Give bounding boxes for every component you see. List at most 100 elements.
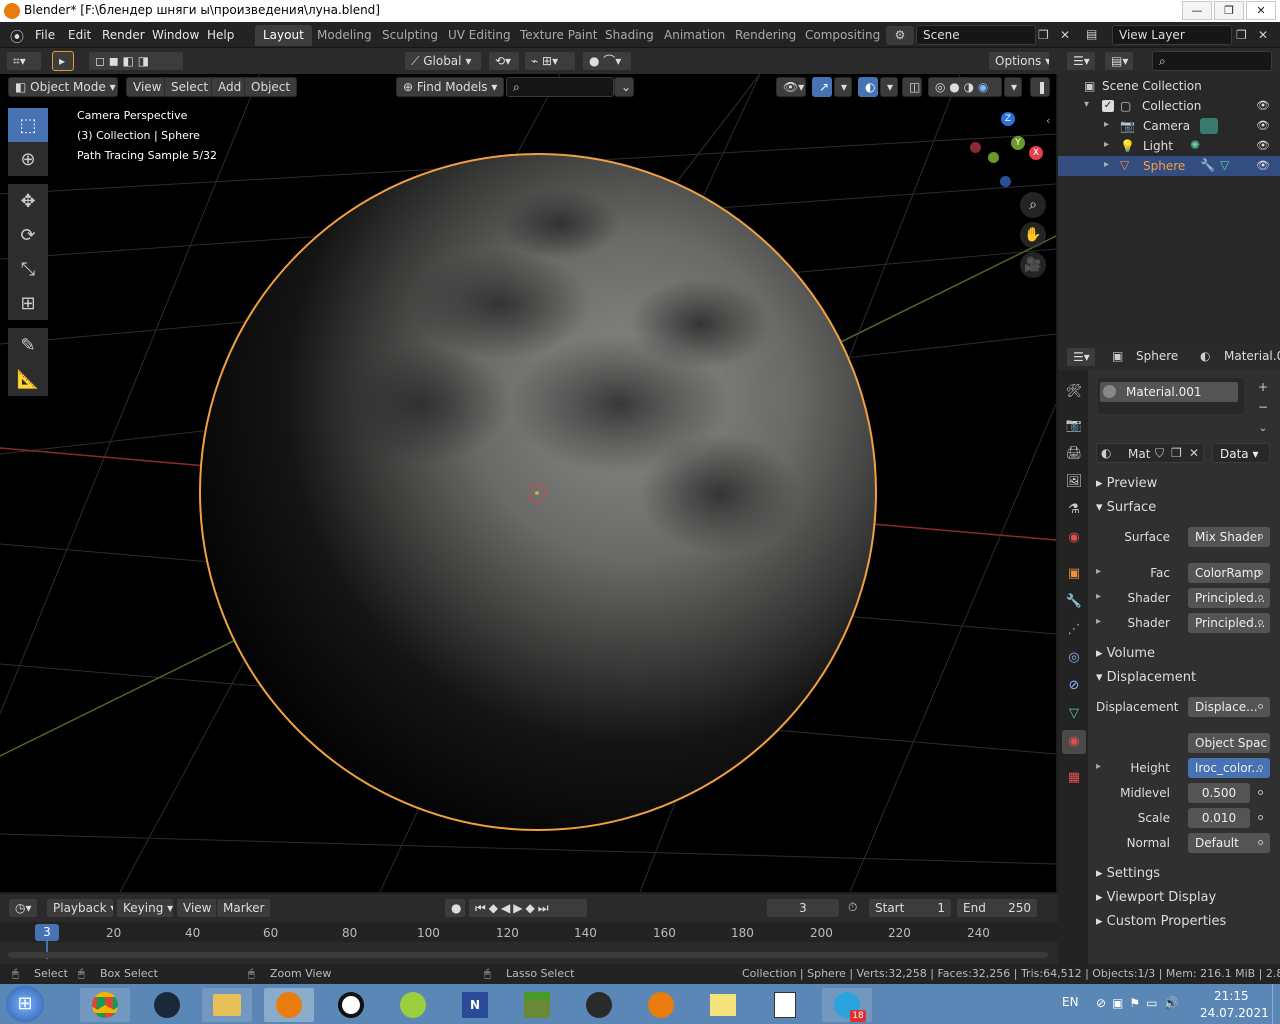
gizmo-neg-x[interactable] <box>970 142 981 153</box>
editor-type-icon[interactable]: ⌗▾ <box>6 51 42 71</box>
view-layer-icon[interactable]: ▤ <box>1086 27 1097 41</box>
clock-date[interactable]: 24.07.2021 <box>1200 1006 1269 1020</box>
find-models-toggle-icon[interactable]: ⌄ <box>614 77 634 97</box>
remove-slot-button[interactable]: − <box>1254 398 1272 416</box>
surface-section[interactable]: ▾ Surface <box>1096 500 1156 515</box>
pause-render-icon[interactable]: ❚❚ <box>1030 77 1050 97</box>
notes-taskbar-icon[interactable] <box>698 988 748 1022</box>
gizmo-dropdown-icon[interactable]: ▾ <box>834 77 852 97</box>
object-mode-dropdown[interactable]: ◧ Object Mode ▾ <box>8 77 118 97</box>
object-tab-icon[interactable]: ▣ <box>1062 562 1086 586</box>
light-visibility-icon[interactable]: 👁 <box>1256 139 1270 152</box>
gizmo-y-axis[interactable]: Y <box>1011 136 1025 150</box>
properties-editor-type-icon[interactable]: ☰▾ <box>1066 347 1096 367</box>
tab-animation[interactable]: Animation <box>656 25 733 46</box>
collapse-sidebar-icon[interactable]: ‹ <box>1046 114 1050 127</box>
proportional-edit-icon[interactable]: ● ⌒▾ <box>582 51 632 71</box>
3d-viewport[interactable]: ⬚ ⊕ ✥ ⟳ ⤡ ⊞ ✎ 📐 Camera Perspective (3) C… <box>0 74 1056 892</box>
scene-selector-icon[interactable]: ⚙ <box>886 26 914 45</box>
vector-app-taskbar-icon[interactable] <box>574 988 624 1022</box>
outliner-scene-collection[interactable]: ▣ Scene Collection <box>1058 76 1280 96</box>
blender-menu-icon[interactable]: ⦿ <box>10 27 26 46</box>
menu-help[interactable]: Help <box>207 28 234 42</box>
pivot-point-icon[interactable]: ⟲▾ <box>488 51 520 71</box>
blender2-taskbar-icon[interactable] <box>636 988 686 1022</box>
settings-section[interactable]: ▸ Settings <box>1096 866 1160 881</box>
midlevel-field[interactable]: 0.500 <box>1188 783 1250 803</box>
steam-taskbar-icon[interactable] <box>142 988 192 1022</box>
delete-scene-icon[interactable]: ✕ <box>1060 28 1070 42</box>
current-frame-field[interactable]: 3 <box>766 898 840 918</box>
unlink-material-icon[interactable]: ✕ <box>1189 446 1199 460</box>
expand-arrow-icon[interactable]: ▸ <box>1104 119 1109 130</box>
xray-toggle-icon[interactable]: ◫ <box>902 77 922 97</box>
scale-tool-icon[interactable]: ⤡ <box>8 252 48 286</box>
menu-window[interactable]: Window <box>152 28 199 42</box>
overlay-toggle-icon[interactable]: ◐ <box>858 77 878 97</box>
view-layer-field[interactable]: View Layer <box>1112 25 1232 45</box>
slot-menu-icon[interactable]: ⌄ <box>1254 420 1272 438</box>
sphere-visibility-icon[interactable]: 👁 <box>1256 159 1270 172</box>
shading-mode-icons[interactable]: ◎ ● ◑ ◉ <box>928 77 1002 97</box>
view-layer-tab-icon[interactable]: 🖼 <box>1062 470 1086 494</box>
material-browse-icon[interactable]: ◐ <box>1101 446 1111 460</box>
shading-dropdown-icon[interactable]: ▾ <box>1004 77 1022 97</box>
viewport-display-section[interactable]: ▸ Viewport Display <box>1096 890 1216 905</box>
pan-view-icon[interactable]: ✋ <box>1020 222 1046 248</box>
language-indicator[interactable]: EN <box>1062 995 1079 1009</box>
viewport-menu-add[interactable]: Add <box>211 77 249 97</box>
visibility-toggle-icon[interactable]: 👁▾ <box>776 77 806 97</box>
tray-icons[interactable]: ⊘▣⚑▭🔊 <box>1096 996 1184 1010</box>
find-models-dropdown[interactable]: ⊕ Find Models ▾ <box>396 77 504 97</box>
new-scene-icon[interactable]: ❐ <box>1038 28 1049 42</box>
render-tab-icon[interactable]: 📷 <box>1062 414 1086 438</box>
collection-visibility-icon[interactable]: 👁 <box>1256 99 1270 112</box>
minimize-button[interactable]: — <box>1182 1 1212 20</box>
timeline-editor-type-icon[interactable]: ◷▾ <box>8 898 38 918</box>
frame-cursor[interactable]: 3 <box>35 924 59 941</box>
tab-modeling[interactable]: Modeling <box>309 25 380 46</box>
transform-tool-icon[interactable]: ⊞ <box>8 286 48 320</box>
explorer-taskbar-icon[interactable] <box>202 988 252 1022</box>
checkbox-icon[interactable]: ✓ <box>1102 100 1114 112</box>
material-slot-item[interactable]: Material.001 <box>1100 382 1238 402</box>
measure-tool-icon[interactable]: 📐 <box>8 362 48 396</box>
outliner-search-input[interactable]: ⌕ <box>1152 51 1272 71</box>
tab-compositing[interactable]: Compositing <box>797 25 888 46</box>
outliner-item-light[interactable]: ▸ 💡 Light ✺ 👁 <box>1058 136 1280 156</box>
n-app-taskbar-icon[interactable]: N <box>450 988 500 1022</box>
material-tab-icon[interactable]: ◉ <box>1062 730 1086 754</box>
fake-user-icon[interactable]: ⛉ <box>1155 446 1164 461</box>
menu-file[interactable]: File <box>35 28 55 42</box>
expand-arrow-icon[interactable]: ▾ <box>1084 99 1089 110</box>
end-frame-field[interactable]: End 250 <box>956 898 1038 918</box>
preview-section[interactable]: ▸ Preview <box>1096 476 1157 491</box>
viewport-menu-view[interactable]: View <box>126 77 169 97</box>
minecraft-taskbar-icon[interactable] <box>512 988 562 1022</box>
tab-layout[interactable]: Layout <box>255 25 312 46</box>
gizmo-z-axis[interactable]: Z <box>1001 112 1015 126</box>
find-models-search-input[interactable]: ⌕ <box>506 77 614 97</box>
lime-app-taskbar-icon[interactable] <box>388 988 438 1022</box>
constraints-tab-icon[interactable]: ⊘ <box>1062 674 1086 698</box>
document-taskbar-icon[interactable] <box>760 988 810 1022</box>
tab-shading[interactable]: Shading <box>597 25 662 46</box>
cursor-tool-icon[interactable]: ⊕ <box>8 142 48 176</box>
outliner-editor-type-icon[interactable]: ☰▾ <box>1066 51 1096 71</box>
close-button[interactable]: ✕ <box>1246 1 1276 20</box>
tab-rendering[interactable]: Rendering <box>727 25 804 46</box>
select-mode-icons[interactable]: ◻ ◼ ◧ ◨ <box>88 51 184 71</box>
viewport-menu-object[interactable]: Object <box>244 77 298 97</box>
snap-icon[interactable]: ⌁ ⊞▾ <box>524 51 576 71</box>
add-slot-button[interactable]: + <box>1254 378 1272 396</box>
gizmo-x-axis[interactable]: X <box>1029 146 1043 160</box>
timeline-menu-view[interactable]: View <box>176 898 219 918</box>
select-box-tool-icon[interactable]: ⬚ <box>8 108 48 142</box>
menu-edit[interactable]: Edit <box>68 28 91 42</box>
link-dropdown[interactable]: Data ▾ <box>1212 443 1270 463</box>
chrome-taskbar-icon[interactable] <box>80 988 130 1022</box>
expand-arrow-icon[interactable]: ▸ <box>1104 139 1109 150</box>
timeline-menu-keying[interactable]: Keying ▾ <box>116 898 174 918</box>
camera-visibility-icon[interactable]: 👁 <box>1256 119 1270 132</box>
start-button-icon[interactable]: ⊞ <box>6 986 44 1022</box>
